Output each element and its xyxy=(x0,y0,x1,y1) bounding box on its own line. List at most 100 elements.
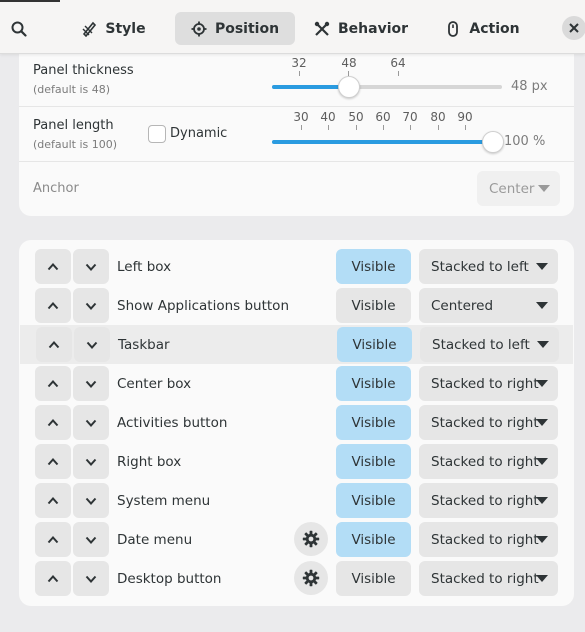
window-edge xyxy=(0,0,60,2)
tab-behavior[interactable]: Behavior xyxy=(309,12,413,45)
item-label: Right box xyxy=(117,454,182,470)
settings-button[interactable] xyxy=(294,522,328,556)
move-up-button[interactable] xyxy=(35,405,71,440)
move-up-button[interactable] xyxy=(35,288,71,323)
visibility-button[interactable]: Visible xyxy=(336,249,411,284)
move-up-button[interactable] xyxy=(35,366,71,401)
list-item: Date menu Visible Stacked to right xyxy=(19,520,574,559)
gear-icon xyxy=(302,530,320,548)
move-down-button[interactable] xyxy=(73,249,109,284)
thickness-default: (default is 48) xyxy=(33,83,111,96)
position-dropdown[interactable]: Stacked to right xyxy=(419,483,558,518)
dynamic-label: Dynamic xyxy=(170,126,228,141)
chevron-down-icon xyxy=(536,458,548,465)
item-label: Desktop button xyxy=(117,571,222,587)
close-button[interactable] xyxy=(562,16,585,40)
chevron-up-icon xyxy=(47,535,59,543)
position-dropdown[interactable]: Stacked to right xyxy=(419,366,558,401)
chevron-down-icon xyxy=(85,458,97,466)
thickness-slider-knob[interactable] xyxy=(338,76,360,98)
move-down-button[interactable] xyxy=(73,561,109,596)
header-bar: Style Position Behavior Action xyxy=(0,0,585,54)
item-label: Center box xyxy=(117,376,192,392)
length-default: (default is 100) xyxy=(33,138,118,151)
position-value: Stacked to right xyxy=(431,414,539,431)
position-value: Centered xyxy=(431,297,494,314)
dynamic-checkbox[interactable] xyxy=(148,125,166,143)
close-icon xyxy=(569,23,579,33)
position-value: Stacked to right xyxy=(431,492,539,509)
gear-icon xyxy=(302,569,320,587)
settings-button[interactable] xyxy=(294,561,328,595)
tab-style[interactable]: Style xyxy=(72,12,155,45)
list-item: System menu Visible Stacked to right xyxy=(19,481,574,520)
anchor-dropdown[interactable]: Center xyxy=(477,171,560,206)
chevron-down-icon xyxy=(538,185,550,192)
position-icon xyxy=(191,21,207,36)
visibility-button[interactable]: Visible xyxy=(337,327,412,362)
move-down-button[interactable] xyxy=(74,327,110,362)
visibility-button[interactable]: Visible xyxy=(336,288,411,323)
tick xyxy=(438,125,439,130)
position-dropdown[interactable]: Stacked to left xyxy=(420,327,559,362)
chevron-down-icon xyxy=(85,302,97,310)
move-down-button[interactable] xyxy=(73,405,109,440)
list-item: Center box Visible Stacked to right xyxy=(19,364,574,403)
chevron-up-icon xyxy=(47,262,59,270)
chevron-down-icon xyxy=(85,497,97,505)
move-down-button[interactable] xyxy=(73,483,109,518)
move-down-button[interactable] xyxy=(73,522,109,557)
chevron-down-icon xyxy=(86,341,98,349)
tick xyxy=(383,125,384,130)
item-label: Taskbar xyxy=(118,337,170,353)
chevron-up-icon xyxy=(47,574,59,582)
length-label: Panel length xyxy=(33,118,114,133)
list-item: Desktop button Visible Stacked to right xyxy=(19,559,574,598)
position-dropdown[interactable]: Stacked to right xyxy=(419,405,558,440)
position-dropdown[interactable]: Stacked to right xyxy=(419,561,558,596)
list-item: Taskbar Visible Stacked to left xyxy=(20,325,573,364)
move-down-button[interactable] xyxy=(73,366,109,401)
chevron-down-icon xyxy=(85,575,97,583)
tick-label: 50 xyxy=(348,110,364,124)
item-label: System menu xyxy=(117,493,211,509)
move-up-button[interactable] xyxy=(35,483,71,518)
chevron-down-icon xyxy=(536,380,548,387)
tick xyxy=(299,71,300,76)
divider xyxy=(19,106,574,107)
position-dropdown[interactable]: Stacked to right xyxy=(419,522,558,557)
anchor-value: Center xyxy=(489,180,535,197)
tab-style-label: Style xyxy=(105,20,146,37)
visibility-button[interactable]: Visible xyxy=(336,405,411,440)
chevron-up-icon xyxy=(48,340,60,348)
position-dropdown[interactable]: Stacked to left xyxy=(419,249,558,284)
length-slider-knob[interactable] xyxy=(482,131,504,153)
move-up-button[interactable] xyxy=(36,327,72,362)
move-down-button[interactable] xyxy=(73,444,109,479)
position-dropdown[interactable]: Stacked to right xyxy=(419,444,558,479)
move-up-button[interactable] xyxy=(35,561,71,596)
move-up-button[interactable] xyxy=(35,522,71,557)
chevron-up-icon xyxy=(47,457,59,465)
visibility-button[interactable]: Visible xyxy=(336,483,411,518)
panel-items-card: Left box Visible Stacked to left Show Ap… xyxy=(19,240,574,606)
chevron-down-icon xyxy=(85,419,97,427)
visibility-button[interactable]: Visible xyxy=(336,561,411,596)
move-up-button[interactable] xyxy=(35,444,71,479)
tab-position[interactable]: Position xyxy=(175,12,295,45)
visibility-button[interactable]: Visible xyxy=(336,366,411,401)
thickness-label: Panel thickness xyxy=(33,63,134,78)
tick-label: 32 xyxy=(291,56,307,70)
move-up-button[interactable] xyxy=(35,249,71,284)
tab-action[interactable]: Action xyxy=(440,12,525,45)
chevron-up-icon xyxy=(47,301,59,309)
tick xyxy=(465,125,466,130)
tick-label: 70 xyxy=(402,110,418,124)
move-down-button[interactable] xyxy=(73,288,109,323)
tick xyxy=(328,125,329,130)
visibility-button[interactable]: Visible xyxy=(336,444,411,479)
visibility-button[interactable]: Visible xyxy=(336,522,411,557)
tick xyxy=(356,125,357,130)
search-button[interactable] xyxy=(4,12,34,45)
position-dropdown[interactable]: Centered xyxy=(419,288,558,323)
